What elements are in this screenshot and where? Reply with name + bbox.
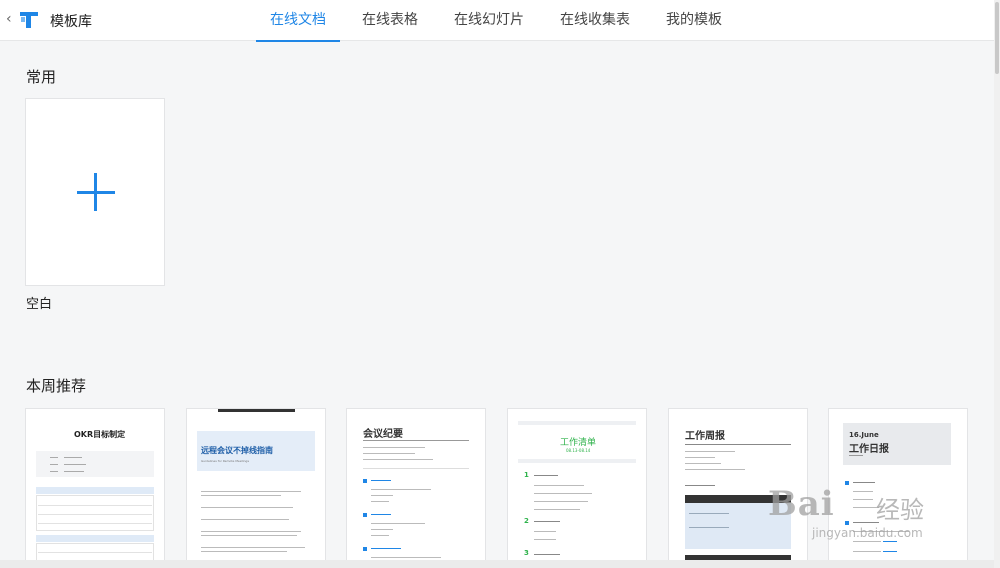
app-title: 模板库 bbox=[50, 14, 92, 30]
vertical-scrollbar[interactable] bbox=[994, 0, 1000, 568]
template-card-meeting-minutes[interactable]: 会议纪要 bbox=[346, 408, 486, 568]
section-title-weekly: 本周推荐 bbox=[26, 377, 87, 395]
template-heading: 工作周报 bbox=[685, 431, 725, 442]
tab-online-sheets[interactable]: 在线表格 bbox=[348, 0, 432, 41]
tab-my-templates[interactable]: 我的模板 bbox=[652, 0, 736, 41]
tab-online-docs[interactable]: 在线文档 bbox=[256, 0, 340, 42]
tab-online-slides[interactable]: 在线幻灯片 bbox=[440, 0, 538, 41]
template-date: 08.13-08.14 bbox=[566, 448, 591, 453]
template-subtitle: Guidelines for Remote Meetings bbox=[201, 459, 250, 463]
tencent-docs-logo-icon bbox=[20, 12, 38, 28]
back-icon[interactable]: ‹ bbox=[6, 11, 12, 27]
template-date-label: 16.June bbox=[849, 431, 879, 439]
horizontal-scrollbar[interactable] bbox=[0, 560, 994, 568]
blank-template-label: 空白 bbox=[26, 297, 53, 312]
watermark-brand-cn: 经验 bbox=[876, 496, 924, 524]
template-heading: 工作清单 bbox=[560, 438, 597, 448]
template-card-okr[interactable]: OKR目标制定 bbox=[25, 408, 165, 568]
top-bar: ‹ 模板库 在线文档 在线表格 在线幻灯片 在线收集表 我的模板 bbox=[0, 0, 1000, 42]
template-heading: 会议纪要 bbox=[363, 429, 403, 440]
tab-bar: 在线文档 在线表格 在线幻灯片 在线收集表 我的模板 bbox=[256, 0, 744, 42]
scrollbar-thumb[interactable] bbox=[995, 2, 999, 74]
tab-online-forms[interactable]: 在线收集表 bbox=[546, 0, 644, 41]
template-heading: OKR目标制定 bbox=[74, 430, 126, 439]
section-title-common: 常用 bbox=[26, 68, 57, 86]
template-card-work-checklist[interactable]: 工作清单 08.13-08.14 1 2 3 bbox=[507, 408, 647, 568]
blank-template-card[interactable] bbox=[25, 98, 165, 286]
template-heading: 工作日报 bbox=[849, 444, 889, 455]
template-card-remote-meeting[interactable]: 远程会议不掉线指南 Guidelines for Remote Meetings bbox=[186, 408, 326, 568]
watermark-url: jingyan.baidu.com bbox=[812, 526, 923, 540]
template-heading: 远程会议不掉线指南 bbox=[201, 446, 273, 455]
watermark-brand: Bai bbox=[768, 484, 835, 524]
baidu-jingyan-watermark: Bai 经验 jingyan.baidu.com bbox=[768, 484, 968, 544]
